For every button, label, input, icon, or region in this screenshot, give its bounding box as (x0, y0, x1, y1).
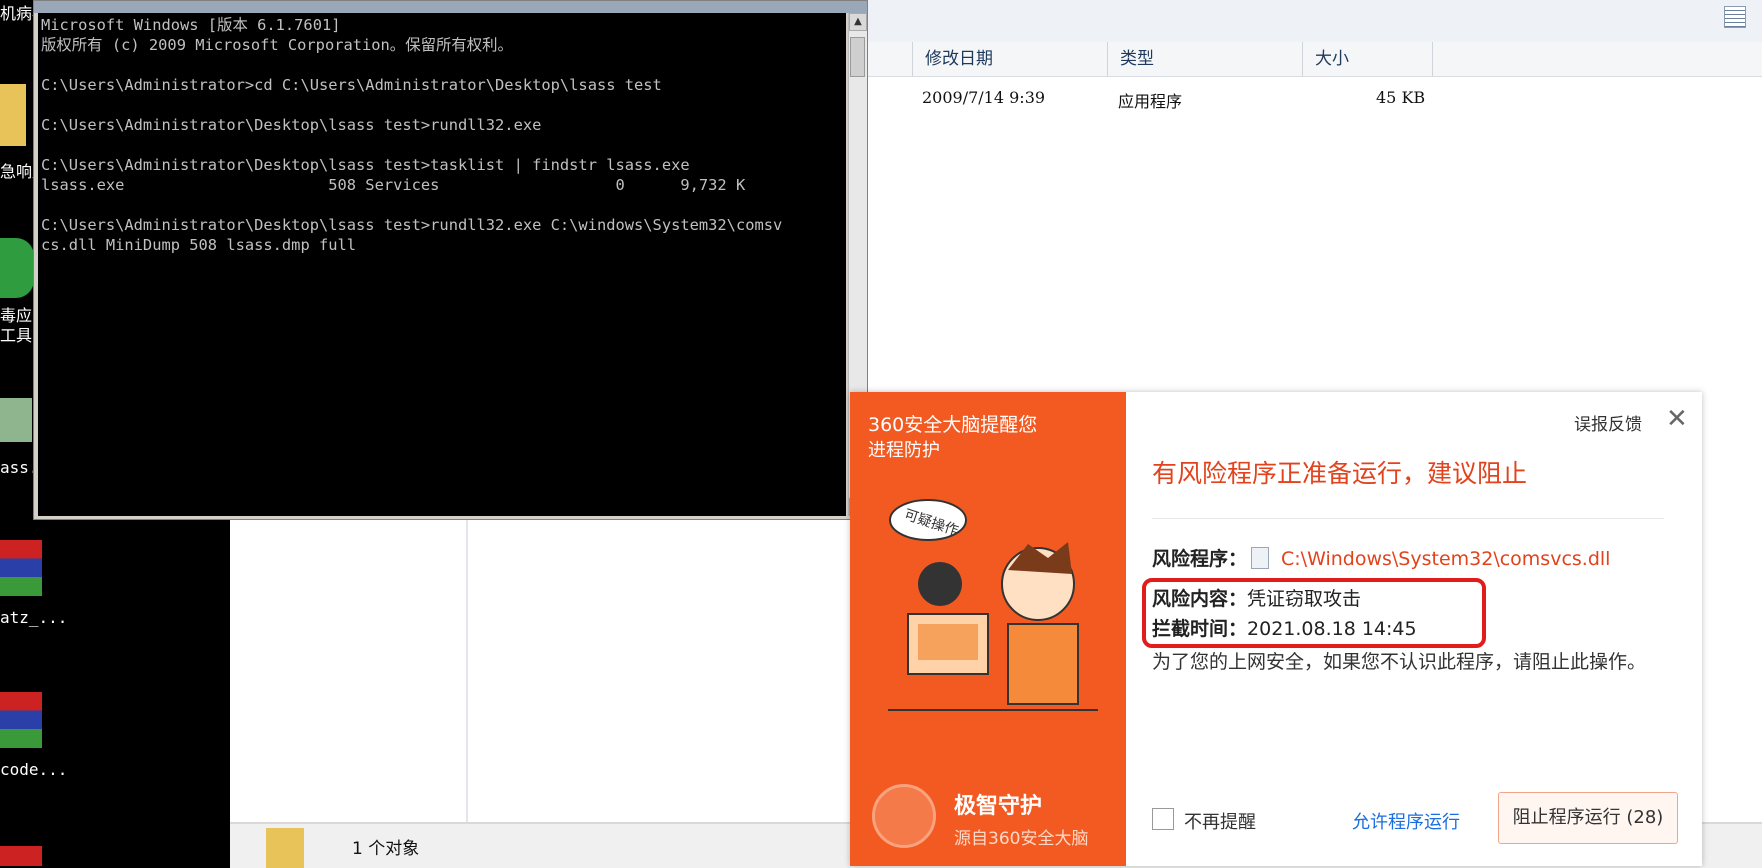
winrar-archive-icon[interactable] (0, 846, 42, 866)
folder-icon[interactable] (0, 84, 26, 146)
divider (466, 520, 468, 822)
block-program-button[interactable]: 阻止程序运行 (28) (1498, 792, 1678, 844)
allow-program-link[interactable]: 允许程序运行 (1352, 808, 1460, 834)
alert-headline: 有风险程序正准备运行，建议阻止 (1152, 459, 1528, 488)
close-icon[interactable]: ✕ (1666, 404, 1688, 434)
file-icon[interactable] (0, 398, 32, 442)
console-line: 版权所有 (c) 2009 Microsoft Corporation。保留所有… (41, 36, 513, 54)
no-remind-checkbox[interactable] (1152, 808, 1174, 830)
desktop-label: code... (0, 760, 68, 779)
console-output[interactable]: Microsoft Windows [版本 6.1.7601] 版权所有 (c) … (38, 13, 846, 516)
shield-app-icon[interactable] (0, 238, 34, 298)
console-line: lsass.exe 508 Services 0 9,732 K (41, 176, 746, 194)
status-text: 1 个对象 (352, 839, 420, 859)
title-bar[interactable] (34, 1, 867, 13)
column-header: 修改日期 类型 大小 (868, 42, 1762, 77)
shield-icon (872, 784, 936, 848)
risk-program-row: 风险程序： C:\Windows\System32\comsvcs.dll (1152, 544, 1610, 571)
feature-subtitle: 源自360安全大脑 (954, 829, 1089, 849)
feature-title: 极智守护 (954, 794, 1043, 819)
console-line: C:\Users\Administrator\Desktop\lsass tes… (41, 216, 783, 234)
console-line: C:\Users\Administrator\Desktop\lsass tes… (41, 116, 542, 134)
explorer-toolbar (868, 0, 1762, 43)
column-date[interactable]: 修改日期 (913, 42, 1108, 76)
report-false-positive-link[interactable]: 误报反馈 (1574, 410, 1642, 435)
divider (1152, 518, 1664, 519)
alert-content: 误报反馈 ✕ 有风险程序正准备运行，建议阻止 风险程序： C:\Windows\S… (1126, 392, 1702, 866)
no-remind-label[interactable]: 不再提醒 (1184, 808, 1256, 834)
explorer-lower-pane (230, 520, 870, 866)
command-prompt-window: Microsoft Windows [版本 6.1.7601] 版权所有 (c) … (33, 0, 868, 520)
risk-program-label: 风险程序： (1152, 548, 1248, 570)
column-name-partial[interactable] (868, 42, 913, 76)
scroll-thumb[interactable] (850, 37, 865, 77)
console-line: cs.dll MiniDump 508 lsass.dmp full (41, 236, 357, 254)
protection-type: 进程防护 (868, 440, 940, 461)
dll-file-icon (1251, 546, 1270, 569)
risk-program-path[interactable]: C:\Windows\System32\comsvcs.dll (1281, 548, 1610, 570)
file-size: 45 KB (1376, 88, 1426, 107)
winrar-archive-icon[interactable] (0, 692, 42, 748)
alert-description: 为了您的上网安全，如果您不认识此程序，请阻止此操作。 (1152, 651, 1647, 673)
console-line: C:\Users\Administrator>cd C:\Users\Admin… (41, 76, 662, 94)
folder-icon (266, 828, 304, 868)
desktop-label: atz_... (0, 608, 68, 627)
file-type: 应用程序 (1118, 92, 1183, 111)
hacker-illustration: 可疑操作 (888, 499, 1098, 711)
console-line: C:\Users\Administrator\Desktop\lsass tes… (41, 156, 690, 174)
brand-title: 360安全大脑提醒您 (868, 414, 1038, 436)
alert-side-panel: 360安全大脑提醒您 进程防护 可疑操作 极智守护 源自360安全大脑 (850, 392, 1126, 866)
security-alert-dialog: 360安全大脑提醒您 进程防护 可疑操作 极智守护 源自360安全大脑 误报反馈… (850, 392, 1702, 866)
file-date: 2009/7/14 9:39 (922, 88, 1046, 107)
column-type[interactable]: 类型 (1108, 42, 1303, 76)
view-options-icon[interactable] (1724, 6, 1746, 28)
highlight-box (1142, 578, 1486, 648)
scroll-up-icon[interactable]: ▲ (849, 13, 867, 31)
column-size[interactable]: 大小 (1303, 42, 1433, 76)
console-line: Microsoft Windows [版本 6.1.7601] (41, 16, 341, 34)
winrar-archive-icon[interactable] (0, 540, 42, 596)
